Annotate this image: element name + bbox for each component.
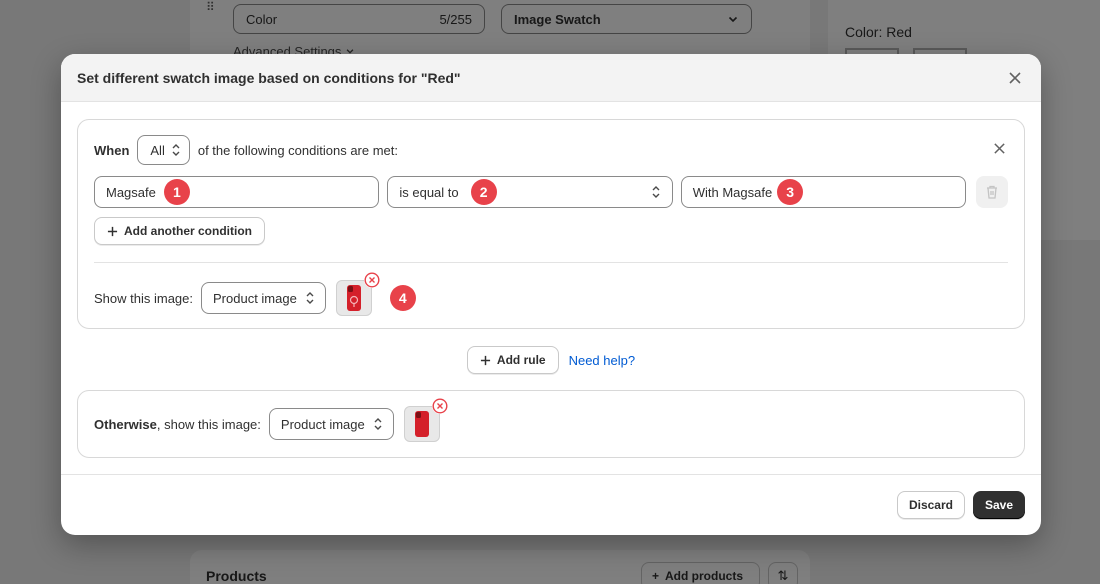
- match-select[interactable]: All: [137, 135, 190, 165]
- phone-case-magsafe-icon: [346, 285, 361, 311]
- step-badge: 2: [470, 179, 497, 205]
- modal-close-button[interactable]: [1005, 68, 1025, 88]
- condition-row: Magsafe 1 is equal to 2 With Magsafe 3: [94, 176, 1008, 208]
- conditions-suffix: of the following conditions are met:: [197, 142, 399, 158]
- condition-value-input[interactable]: With Magsafe 3: [680, 176, 967, 208]
- close-icon: [1009, 71, 1021, 84]
- trash-icon: [987, 185, 998, 199]
- plus-icon: [480, 355, 490, 365]
- phone-case-icon: [414, 411, 429, 437]
- add-rule-button[interactable]: Add rule: [466, 346, 559, 374]
- remove-image-button[interactable]: [363, 272, 380, 288]
- close-circle-icon: [432, 398, 448, 414]
- remove-image-button[interactable]: [431, 398, 448, 414]
- otherwise-image-thumbnail[interactable]: [403, 398, 448, 442]
- conditions-modal: Set different swatch image based on cond…: [61, 54, 1041, 535]
- condition-operator-select[interactable]: is equal to 2: [387, 176, 673, 208]
- modal-footer: Discard Save: [61, 474, 1041, 535]
- add-rule-row: Add rule Need help?: [77, 346, 1025, 374]
- otherwise-label: Otherwise, show this image:: [94, 416, 261, 432]
- swatch-image-thumbnail[interactable]: [335, 272, 380, 316]
- when-label: When: [94, 142, 130, 158]
- image-source-select[interactable]: Product image: [201, 282, 326, 314]
- otherwise-image-source-select[interactable]: Product image: [268, 408, 394, 440]
- step-badge: 4: [389, 285, 416, 311]
- show-image-label: Show this image:: [94, 290, 193, 306]
- select-arrows-icon: [172, 144, 180, 156]
- modal-header: Set different swatch image based on cond…: [61, 54, 1041, 102]
- divider: [94, 262, 1008, 263]
- select-arrows-icon: [652, 186, 660, 198]
- show-image-row: Show this image: Product image 4: [94, 272, 1008, 316]
- when-row: When All of the following conditions are…: [94, 134, 1008, 166]
- select-arrows-icon: [374, 418, 382, 430]
- rule-card: When All of the following conditions are…: [77, 119, 1025, 329]
- step-badge: 3: [777, 179, 804, 205]
- close-icon: [994, 143, 1005, 154]
- step-badge: 1: [163, 179, 190, 205]
- select-arrows-icon: [306, 292, 314, 304]
- modal-body: When All of the following conditions are…: [61, 102, 1041, 474]
- otherwise-card: Otherwise, show this image: Product imag…: [77, 390, 1025, 458]
- discard-button[interactable]: Discard: [896, 491, 965, 519]
- delete-condition-button[interactable]: [976, 176, 1008, 208]
- close-circle-icon: [364, 272, 380, 288]
- remove-rule-button[interactable]: [993, 142, 1006, 158]
- add-condition-button[interactable]: Add another condition: [94, 217, 265, 245]
- save-button[interactable]: Save: [972, 491, 1025, 519]
- plus-icon: [107, 226, 118, 236]
- need-help-link[interactable]: Need help?: [569, 353, 636, 368]
- condition-field-input[interactable]: Magsafe 1: [94, 176, 380, 208]
- modal-title: Set different swatch image based on cond…: [77, 69, 461, 86]
